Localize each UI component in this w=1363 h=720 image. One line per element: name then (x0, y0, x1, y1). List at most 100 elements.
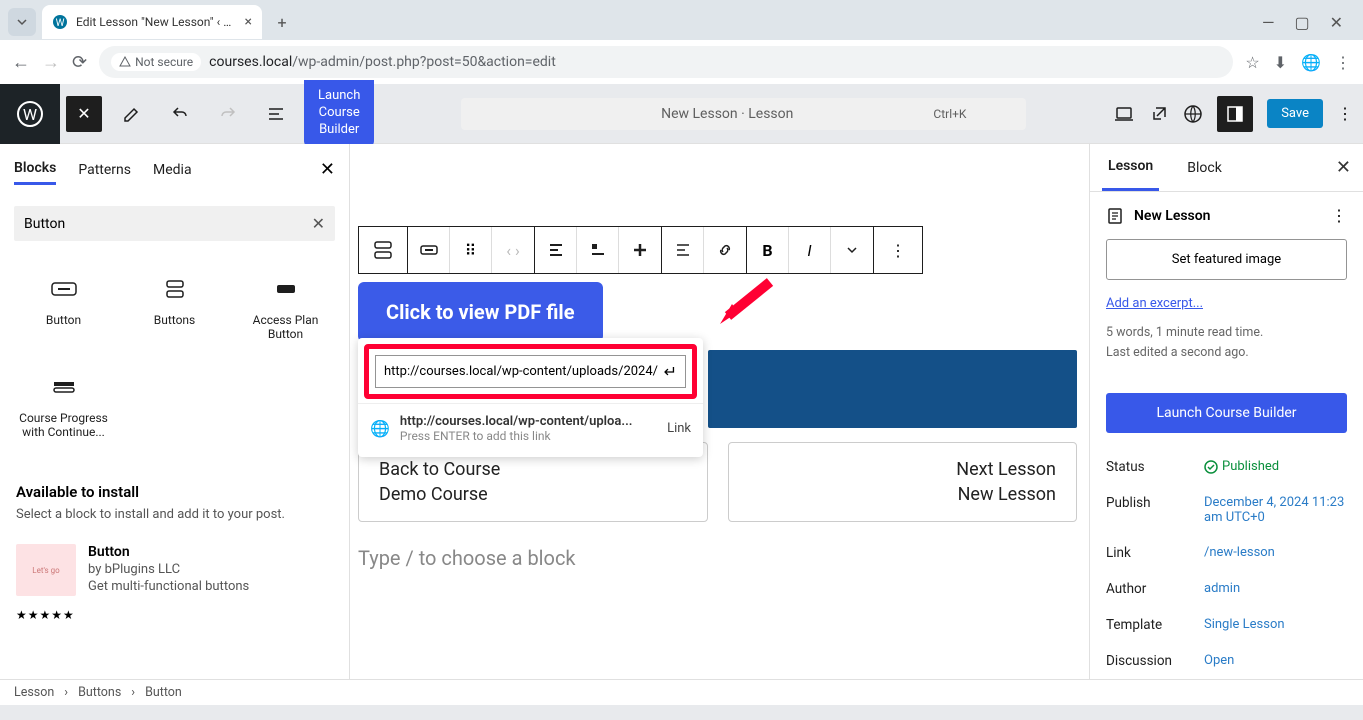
globe-icon[interactable] (1183, 104, 1203, 124)
document-overview-button[interactable] (252, 84, 300, 144)
drag-handle-icon[interactable]: ⠿ (450, 227, 492, 273)
settings-panel-toggle[interactable] (1217, 96, 1253, 132)
block-breadcrumb: Lesson › Buttons › Button (0, 679, 1363, 705)
not-secure-badge[interactable]: Not secure (111, 53, 201, 71)
forward-button[interactable]: → (42, 52, 60, 73)
block-buttons[interactable]: Buttons (121, 261, 228, 355)
breadcrumb-item[interactable]: Button (145, 685, 182, 700)
tab-title: Edit Lesson "New Lesson" ‹ cou (76, 15, 237, 29)
tab-block[interactable]: Block (1181, 146, 1228, 190)
svg-text:W: W (23, 105, 37, 124)
tab-dropdown[interactable] (8, 8, 36, 36)
document-icon (1106, 207, 1124, 225)
clear-search-icon[interactable]: ✕ (312, 214, 325, 233)
read-time-text: 5 words, 1 minute read time. (1106, 323, 1347, 343)
globe-icon: 🌐 (370, 419, 390, 438)
last-edited-text: Last edited a second ago. (1106, 343, 1347, 363)
sidebar-row[interactable]: TemplateSingle Lesson (1090, 607, 1363, 643)
edit-icon[interactable] (108, 84, 156, 144)
bold-button[interactable]: B (747, 227, 789, 273)
block-toolbar: ⠿ ‹ › B I (358, 226, 1089, 274)
block-placeholder[interactable]: Type / to choose a block (358, 546, 1077, 570)
wordpress-logo[interactable]: W (0, 84, 60, 144)
set-featured-image-button[interactable]: Set featured image (1106, 239, 1347, 280)
download-icon[interactable]: ⬇ (1274, 53, 1287, 72)
close-inserter-icon[interactable]: ✕ (320, 159, 335, 180)
redo-button[interactable] (204, 84, 252, 144)
sidebar-row[interactable]: DiscussionOpen (1090, 643, 1363, 679)
new-tab-button[interactable]: + (268, 8, 296, 36)
block-course-progress[interactable]: Course Progress with Continue... (10, 359, 117, 453)
launch-course-builder-sidebar-button[interactable]: Launch Course Builder (1106, 393, 1347, 433)
wordpress-favicon: W (52, 14, 68, 30)
block-search[interactable]: ✕ (14, 206, 335, 241)
progress-block-icon (52, 373, 76, 401)
tab-patterns[interactable]: Patterns (78, 156, 131, 184)
submit-link-icon[interactable]: ↵ (664, 362, 677, 381)
next-lesson-card[interactable]: Next Lesson New Lesson (728, 442, 1078, 522)
laptop-icon[interactable] (1113, 103, 1135, 125)
plugin-result[interactable]: Let's go Button by bPlugins LLC Get mult… (0, 532, 349, 608)
plugin-rating: ★★★★★ (0, 608, 349, 622)
link-url-input[interactable] (384, 364, 660, 379)
minimize-icon[interactable]: — (1262, 13, 1275, 32)
plugin-author: by bPlugins LLC (88, 562, 333, 577)
globe-icon[interactable]: 🌐 (1301, 53, 1321, 72)
document-title-bar[interactable]: New Lesson · Lesson Ctrl+K (461, 98, 1026, 130)
tab-blocks[interactable]: Blocks (14, 154, 56, 185)
block-options-icon[interactable]: ⋮ (874, 227, 922, 273)
lesson-title: New Lesson (1134, 208, 1321, 224)
lesson-options-icon[interactable]: ⋮ (1331, 206, 1347, 225)
sidebar-row[interactable]: Authoradmin (1090, 571, 1363, 607)
more-formatting-icon[interactable] (831, 227, 873, 273)
width-icon[interactable] (619, 227, 661, 273)
close-icon[interactable]: × (245, 14, 252, 30)
sidebar-row[interactable]: PublishDecember 4, 2024 11:23 am UTC+0 (1090, 485, 1363, 535)
available-subtext: Select a block to install and add it to … (16, 507, 333, 522)
external-link-icon[interactable] (1149, 104, 1169, 124)
text-align-icon[interactable] (662, 227, 704, 273)
reload-button[interactable]: ⟳ (72, 52, 87, 73)
launch-course-builder-button[interactable]: Launch Course Builder (304, 80, 374, 147)
move-arrows-icon[interactable]: ‹ › (492, 227, 534, 273)
browser-tab[interactable]: W Edit Lesson "New Lesson" ‹ cou × (42, 5, 262, 39)
search-input[interactable] (24, 216, 312, 232)
link-suggestion[interactable]: 🌐 http://courses.local/wp-content/uploa.… (358, 403, 703, 457)
buttons-block-icon (164, 275, 186, 303)
add-excerpt-link[interactable]: Add an excerpt... (1106, 296, 1347, 311)
sidebar-row[interactable]: StatusPublished (1090, 449, 1363, 485)
plugin-name: Button (88, 544, 333, 560)
tab-lesson[interactable]: Lesson (1102, 144, 1159, 191)
block-type-icon[interactable] (359, 227, 407, 273)
link-popover: ↵ 🌐 http://courses.local/wp-content/uplo… (358, 338, 703, 457)
tab-media[interactable]: Media (153, 156, 192, 184)
maximize-icon[interactable]: ▢ (1294, 13, 1309, 32)
block-button[interactable]: Button (10, 261, 117, 355)
undo-button[interactable] (156, 84, 204, 144)
block-access-plan-button[interactable]: Access Plan Button (232, 261, 339, 355)
back-button[interactable]: ← (12, 52, 30, 73)
available-heading: Available to install (16, 483, 333, 501)
save-button[interactable]: Save (1267, 99, 1323, 128)
link-icon[interactable] (704, 227, 746, 273)
breadcrumb-item[interactable]: Buttons (78, 685, 121, 700)
button-block-icon (51, 275, 77, 303)
parent-block-icon[interactable] (408, 227, 450, 273)
close-editor-button[interactable]: ✕ (66, 96, 102, 132)
close-settings-icon[interactable]: ✕ (1336, 157, 1351, 178)
menu-icon[interactable]: ⋮ (1335, 53, 1351, 72)
italic-button[interactable]: I (789, 227, 831, 273)
star-icon[interactable]: ☆ (1245, 53, 1259, 72)
sidebar-row[interactable]: Link/new-lesson (1090, 535, 1363, 571)
pdf-button[interactable]: Click to view PDF file (358, 282, 603, 342)
close-window-icon[interactable]: ✕ (1330, 13, 1343, 32)
align-left-icon[interactable] (535, 227, 577, 273)
access-plan-icon (275, 275, 297, 303)
align-icon[interactable] (577, 227, 619, 273)
address-bar[interactable]: Not secure courses.local/wp-admin/post.p… (99, 46, 1233, 78)
breadcrumb-item[interactable]: Lesson (14, 685, 54, 700)
annotation-arrow (710, 274, 780, 334)
options-menu-icon[interactable]: ⋮ (1337, 104, 1353, 123)
button-placeholder-block[interactable] (708, 350, 1077, 428)
svg-text:W: W (56, 18, 65, 29)
